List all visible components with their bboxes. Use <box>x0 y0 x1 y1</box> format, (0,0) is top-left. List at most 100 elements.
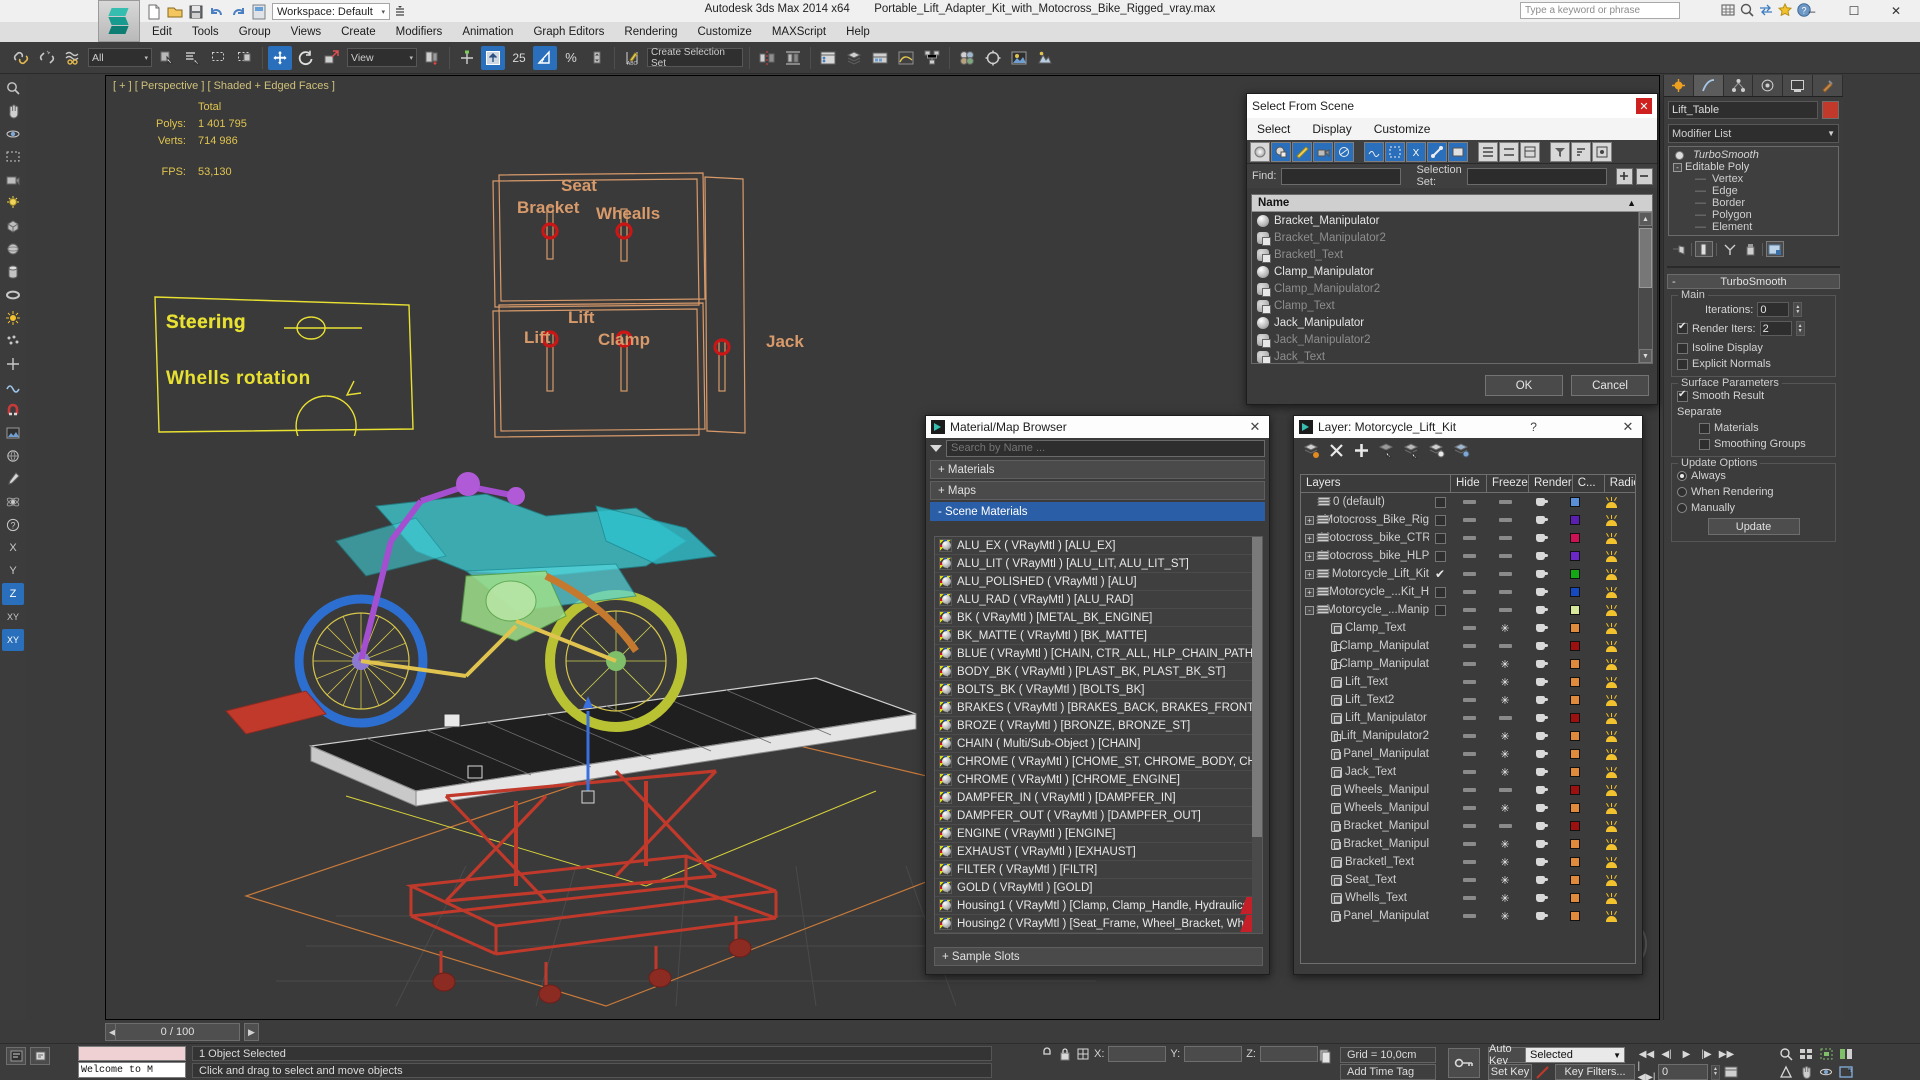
toggle-scene-explorer-icon[interactable] <box>816 46 840 70</box>
pin-stack-icon[interactable] <box>1670 241 1688 257</box>
collapse-icon[interactable]: - <box>1673 162 1682 172</box>
layer-color-swatch[interactable] <box>1570 677 1580 687</box>
layer-row[interactable]: Bracket_Manipul <box>1301 817 1635 835</box>
layer-name-cell[interactable]: Bracket_Manipul <box>1301 835 1429 853</box>
layer-hide-cell[interactable] <box>1451 745 1487 763</box>
filter-space-warps-icon[interactable] <box>1364 141 1384 162</box>
render-teapot-icon[interactable] <box>1534 677 1548 687</box>
material-list-item[interactable]: Housing3 ( VRayMtl ) [Bottom_Jack, Jack_… <box>935 933 1262 934</box>
layer-name-cell[interactable]: Lift_Manipulator2 <box>1301 727 1429 745</box>
freeze-snowflake-icon[interactable]: ✳ <box>1500 856 1509 869</box>
layer-hide-cell[interactable] <box>1451 889 1487 907</box>
scroll-down-icon[interactable]: ▼ <box>1639 349 1652 363</box>
select-and-manipulate-icon[interactable] <box>455 46 479 70</box>
mini-listener-input[interactable]: Welcome to M <box>78 1062 186 1078</box>
freeze-toggle-icon[interactable] <box>1498 788 1512 792</box>
layer-hide-cell[interactable] <box>1451 601 1487 619</box>
render-iters-spinner[interactable]: ▲ ▼ <box>1795 321 1805 336</box>
tab-display[interactable] <box>1783 75 1814 96</box>
render-iters-checkbox[interactable] <box>1677 321 1688 334</box>
tab-create[interactable] <box>1664 75 1694 96</box>
layer-freeze-cell[interactable] <box>1487 493 1523 511</box>
layer-hide-cell[interactable] <box>1451 727 1487 745</box>
helper-icon[interactable] <box>2 353 24 375</box>
update-button[interactable]: Update <box>1707 518 1800 535</box>
lock-selection-icon[interactable] <box>1040 1046 1054 1062</box>
time-slider[interactable]: ◀ 0 / 100 ▶ <box>105 1021 1660 1043</box>
render-teapot-icon[interactable] <box>1534 695 1548 705</box>
freeze-snowflake-icon[interactable]: ✳ <box>1500 658 1509 671</box>
modifier-enable-icon[interactable] <box>1675 150 1684 160</box>
sfs-list-header[interactable]: Name ▲ <box>1252 195 1652 212</box>
layer-freeze-cell[interactable] <box>1487 529 1523 547</box>
layer-help-button[interactable]: ? <box>1530 420 1545 434</box>
filter-shapes-icon[interactable] <box>1271 141 1291 162</box>
help-tool-icon[interactable]: ? <box>2 514 24 536</box>
separate-smoothing-groups-checkbox[interactable] <box>1699 438 1710 450</box>
smooth-result-checkbox[interactable] <box>1677 389 1688 402</box>
hide-toggle-icon[interactable] <box>1462 662 1476 666</box>
new-file-icon[interactable] <box>146 4 162 20</box>
select-from-scene-dialog[interactable]: Select From Scene ✕ Select Display Customi… <box>1246 93 1658 405</box>
layer-render-cell[interactable] <box>1523 619 1559 637</box>
layer-color-cell[interactable] <box>1559 655 1591 673</box>
list-layout-icon[interactable] <box>1520 141 1540 162</box>
layer-color-swatch[interactable] <box>1570 515 1580 525</box>
radiosity-icon[interactable] <box>1603 766 1619 778</box>
layer-grid[interactable]: Layers Hide Freeze Render C... Radiosity… <box>1300 474 1636 964</box>
select-and-link-icon[interactable] <box>9 46 33 70</box>
layer-current-cell[interactable]: ✔ <box>1429 565 1451 583</box>
sfs-list-item[interactable]: Bracket_Manipulator2 <box>1252 229 1652 246</box>
physics-icon[interactable] <box>2 491 24 513</box>
sfs-list-item[interactable]: Clamp_Manipulator <box>1252 263 1652 280</box>
layer-render-cell[interactable] <box>1523 835 1559 853</box>
mmb-section--materials[interactable]: + Materials <box>930 460 1265 479</box>
modifier-stack-item[interactable]: Polygon <box>1669 209 1838 221</box>
layer-render-cell[interactable] <box>1523 583 1559 601</box>
layer-radiosity-cell[interactable] <box>1591 511 1631 529</box>
radiosity-icon[interactable] <box>1603 676 1619 688</box>
freeze-snowflake-icon[interactable]: ✳ <box>1500 694 1509 707</box>
angle-snap-toggle-icon[interactable] <box>533 45 557 70</box>
layer-properties-icon[interactable] <box>1452 441 1471 460</box>
hide-toggle-icon[interactable] <box>1462 536 1476 540</box>
layer-radiosity-cell[interactable] <box>1591 655 1631 673</box>
freeze-snowflake-icon[interactable]: ✳ <box>1500 910 1509 923</box>
layer-current-cell[interactable] <box>1429 637 1451 655</box>
radiosity-icon[interactable] <box>1603 604 1619 616</box>
expand-icon[interactable]: + <box>1305 533 1314 543</box>
layer-current-cell[interactable] <box>1429 655 1451 673</box>
layer-color-swatch[interactable] <box>1570 911 1580 921</box>
layer-color-cell[interactable] <box>1559 907 1591 923</box>
layer-name-cell[interactable]: + Motocross_bike_HLP <box>1301 547 1429 565</box>
layer-color-swatch[interactable] <box>1570 893 1580 903</box>
layer-render-cell[interactable] <box>1523 907 1559 923</box>
layer-color-cell[interactable] <box>1559 817 1591 835</box>
maximize-button[interactable]: ☐ <box>1834 1 1874 20</box>
material-list-item[interactable]: ALU_LIT ( VRayMtl ) [ALU_LIT, ALU_LIT_ST… <box>935 555 1262 573</box>
render-teapot-icon[interactable] <box>1534 731 1548 741</box>
sort-icon[interactable] <box>1571 141 1591 162</box>
material-list-item[interactable]: CHAIN ( Multi/Sub-Object ) [CHAIN] <box>935 735 1262 753</box>
update-always-radio[interactable] <box>1677 471 1687 481</box>
render-teapot-icon[interactable] <box>1534 749 1548 759</box>
layer-hide-cell[interactable] <box>1451 781 1487 799</box>
menu-item-help[interactable]: Help <box>836 22 880 42</box>
layer-current-checkbox[interactable] <box>1434 496 1446 508</box>
layer-radiosity-cell[interactable] <box>1591 637 1631 655</box>
constraint-x-icon[interactable]: X <box>2 537 24 559</box>
layer-color-cell[interactable] <box>1559 763 1591 781</box>
layer-radiosity-cell[interactable] <box>1591 835 1631 853</box>
hide-toggle-icon[interactable] <box>1462 788 1476 792</box>
layer-current-cell[interactable] <box>1429 619 1451 637</box>
layer-color-cell[interactable] <box>1559 637 1591 655</box>
mini-listener-output[interactable] <box>78 1046 186 1061</box>
hide-toggle-icon[interactable] <box>1462 698 1476 702</box>
expand-icon[interactable]: + <box>1305 515 1314 525</box>
layer-render-cell[interactable] <box>1523 637 1559 655</box>
named-selection-sets-combo[interactable]: Create Selection Set <box>647 47 743 69</box>
expand-icon[interactable]: + <box>1305 587 1314 597</box>
layer-current-checkbox[interactable] <box>1434 514 1446 526</box>
sfs-list-item[interactable]: Clamp_Text <box>1252 297 1652 314</box>
freeze-snowflake-icon[interactable]: ✳ <box>1500 892 1509 905</box>
